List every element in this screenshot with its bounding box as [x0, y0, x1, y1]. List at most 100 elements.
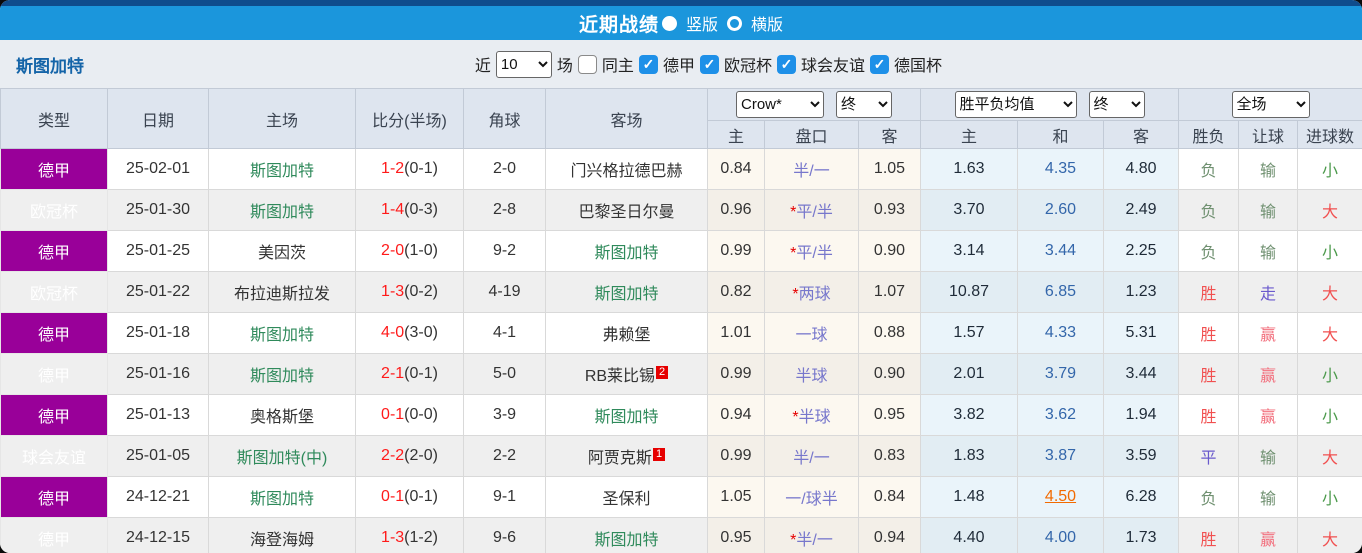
odds-time-select-1[interactable]: 终: [836, 91, 892, 118]
cell-odds-home: 0.94: [707, 394, 765, 436]
league-dejia-label: 德甲: [662, 58, 695, 75]
cell-avg-home: 10.87: [920, 271, 1018, 313]
cell-handicap-result: 输: [1238, 148, 1299, 190]
cell-corner: 9-1: [463, 476, 546, 518]
cell-score: 2-2(2-0): [355, 435, 464, 477]
odds-time-select-2[interactable]: 终: [1088, 91, 1145, 118]
radio-vertical-layout[interactable]: [661, 15, 677, 31]
radio-vertical-label[interactable]: 竖版: [686, 11, 718, 35]
cell-score: 2-0(1-0): [355, 230, 464, 272]
cell-handicap-result: 走: [1238, 271, 1299, 313]
radio-horizontal-layout[interactable]: [727, 15, 742, 31]
cell-date: 24-12-21: [107, 476, 209, 518]
cell-score: 0-1(0-1): [355, 476, 464, 518]
cell-handicap-result: 赢: [1238, 353, 1299, 395]
cell-odds-away: 0.83: [858, 435, 921, 477]
cell-corner: 9-6: [463, 517, 546, 553]
league-badge: 德甲: [0, 476, 108, 518]
cell-odds-away: 0.84: [858, 476, 921, 518]
col-handicap-result: 让球: [1238, 120, 1299, 149]
odds-source-select[interactable]: Crow*: [736, 91, 824, 118]
cell-handicap: 半/一: [764, 148, 859, 190]
league-dejia-checkbox[interactable]: ✓: [638, 54, 658, 74]
league-badge: 德甲: [0, 394, 108, 436]
table-row: 德甲 24-12-15 海登海姆 1-3(1-2) 9-6 斯图加特 0.95 …: [0, 517, 1362, 553]
cell-avg-home: 1.83: [920, 435, 1018, 477]
recent-results-widget: 近期战绩 竖版 横版 斯图加特 近 10 场 同主 ✓ 德甲 ✓ 欧冠杯 ✓ 球…: [0, 0, 1362, 553]
cell-odds-home: 0.96: [707, 189, 765, 231]
col-away: 客场: [545, 88, 708, 149]
cell-avg-home: 3.14: [920, 230, 1018, 272]
cell-date: 25-01-25: [107, 230, 209, 272]
league-badge: 球会友谊: [0, 435, 108, 477]
cell-avg-draw: 3.44: [1017, 230, 1104, 272]
league-badge: 欧冠杯: [0, 189, 108, 231]
cell-handicap: *两球: [764, 271, 859, 313]
avg-type-select[interactable]: 胜平负均值: [954, 91, 1077, 118]
cell-avg-away: 2.49: [1102, 189, 1180, 231]
cell-odds-away: 0.90: [858, 353, 921, 395]
cell-home-team: 斯图加特: [208, 476, 356, 518]
col-goals: 进球数: [1297, 120, 1362, 149]
same-home-label: 同主: [601, 58, 634, 75]
rank-badge: 1: [652, 447, 666, 461]
cell-away-team: 斯图加特: [545, 394, 708, 436]
cell-odds-home: 0.82: [707, 271, 765, 313]
cell-score: 4-0(3-0): [355, 312, 464, 354]
cell-goals: 小: [1297, 230, 1362, 272]
cell-avg-away: 6.28: [1102, 476, 1180, 518]
cell-avg-away: 1.94: [1102, 394, 1180, 436]
league-ouguan-checkbox[interactable]: ✓: [699, 54, 719, 74]
cell-odds-home: 0.99: [707, 435, 765, 477]
cell-handicap: 一/球半: [764, 476, 859, 518]
cell-date: 25-01-30: [107, 189, 209, 231]
cell-odds-home: 0.84: [707, 148, 765, 190]
cell-avg-draw: 4.35: [1017, 148, 1104, 190]
league-youyi-checkbox[interactable]: ✓: [776, 54, 796, 74]
cell-odds-away: 0.90: [858, 230, 921, 272]
cell-away-team: 斯图加特: [545, 230, 708, 272]
col-date: 日期: [107, 88, 209, 149]
cell-away-team: 门兴格拉德巴赫: [545, 148, 708, 190]
cell-date: 25-02-01: [107, 148, 209, 190]
col-home: 主场: [208, 88, 356, 149]
cell-score: 2-1(0-1): [355, 353, 464, 395]
cell-result: 负: [1178, 148, 1240, 190]
cell-handicap-result: 输: [1238, 230, 1299, 272]
match-count-select[interactable]: 10: [495, 50, 552, 78]
cell-date: 25-01-13: [107, 394, 209, 436]
radio-horizontal-label[interactable]: 横版: [751, 11, 783, 35]
cell-handicap: *半球: [764, 394, 859, 436]
col-odds-away: 客: [858, 120, 921, 149]
cell-corner: 9-2: [463, 230, 546, 272]
table-row: 德甲 24-12-21 斯图加特 0-1(0-1) 9-1 圣保利 1.05 一…: [0, 476, 1362, 518]
cell-avg-draw: 3.62: [1017, 394, 1104, 436]
page-title: 近期战绩: [578, 14, 659, 36]
col-type: 类型: [0, 88, 108, 149]
cell-avg-draw: 6.85: [1017, 271, 1104, 313]
cell-odds-home: 0.95: [707, 517, 765, 553]
rank-badge: 2: [656, 365, 669, 379]
cell-corner: 2-2: [463, 435, 546, 477]
cell-result: 胜: [1178, 312, 1240, 354]
cell-score: 1-3(1-2): [355, 517, 464, 553]
cell-date: 25-01-22: [107, 271, 209, 313]
filters: 近 10 场 同主 ✓ 德甲 ✓ 欧冠杯 ✓ 球会友谊 ✓ 德国杯: [475, 50, 942, 78]
col-corner: 角球: [463, 88, 546, 149]
cell-home-team: 斯图加特: [208, 189, 356, 231]
same-home-checkbox[interactable]: [577, 54, 597, 74]
cell-result: 负: [1178, 189, 1240, 231]
cell-avg-home: 3.70: [920, 189, 1018, 231]
cell-date: 25-01-16: [107, 353, 209, 395]
cell-score: 1-3(0-2): [355, 271, 464, 313]
cell-odds-away: 0.88: [858, 312, 921, 354]
scope-select[interactable]: 全场: [1231, 91, 1310, 118]
cell-home-team: 斯图加特: [208, 312, 356, 354]
cell-handicap: *平/半: [764, 189, 859, 231]
cell-result: 胜: [1178, 517, 1240, 553]
cell-odds-home: 0.99: [707, 353, 765, 395]
cell-handicap: 一球: [764, 312, 859, 354]
league-deguobei-checkbox[interactable]: ✓: [869, 54, 889, 74]
cell-goals: 小: [1297, 148, 1362, 190]
cell-result: 胜: [1178, 394, 1240, 436]
